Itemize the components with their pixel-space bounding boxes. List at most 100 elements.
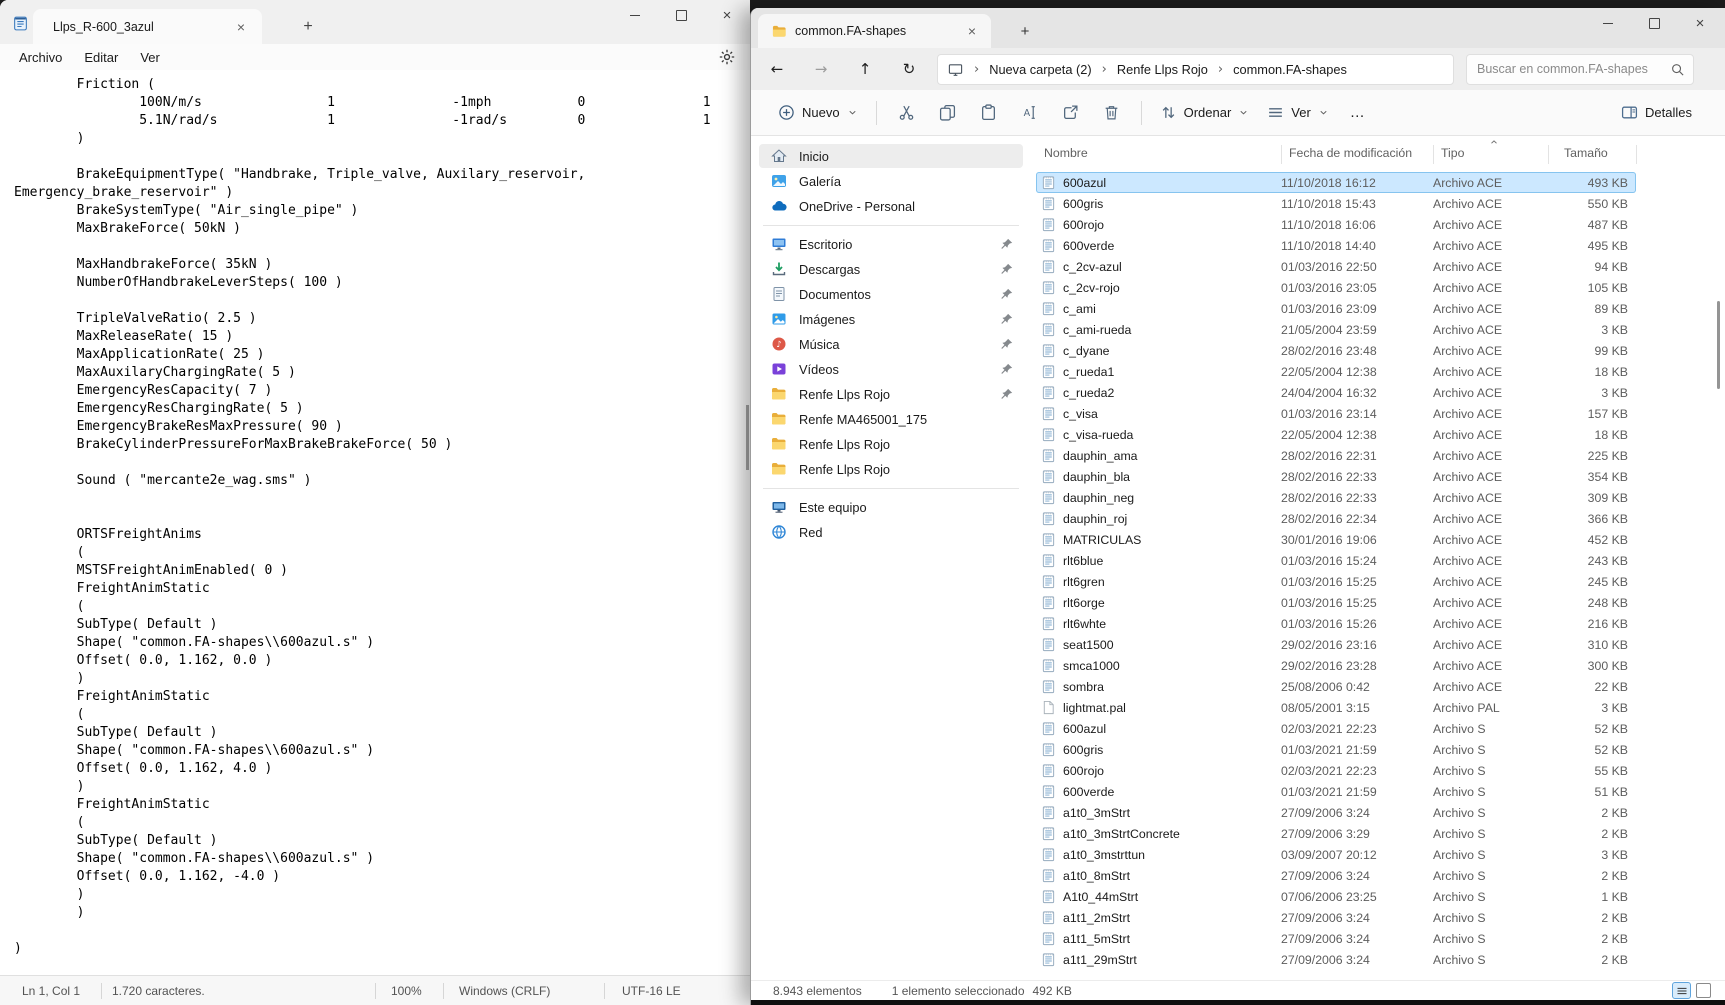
file-row[interactable]: c_visa-rueda 22/05/2004 12:38 Archivo AC…	[1036, 424, 1636, 445]
thumbnail-view-toggle[interactable]	[1696, 983, 1711, 998]
details-pane-button[interactable]: Detalles	[1612, 97, 1701, 128]
file-row[interactable]: a1t0_3mStrt 27/09/2006 3:24 Archivo S 2 …	[1036, 802, 1636, 823]
cut-button[interactable]	[886, 97, 927, 128]
sidebar-item[interactable]: Renfe Llps Rojo	[759, 432, 1023, 456]
sort-button[interactable]: Ordenar	[1151, 97, 1259, 128]
file-row[interactable]: c_2cv-azul 01/03/2016 22:50 Archivo ACE …	[1036, 256, 1636, 277]
this-pc-icon[interactable]	[948, 62, 963, 77]
sidebar-item[interactable]: Renfe Llps Rojo	[759, 457, 1023, 481]
menu-editar[interactable]: Editar	[73, 47, 129, 68]
notepad-tab[interactable]: Llps_R-600_3azul	[33, 9, 262, 44]
refresh-button[interactable]: ↻	[891, 54, 927, 84]
file-row[interactable]: rlt6blue 01/03/2016 15:24 Archivo ACE 24…	[1036, 550, 1636, 571]
back-button[interactable]: ←	[759, 54, 795, 84]
scrollbar-thumb[interactable]	[1717, 301, 1720, 389]
sidebar-item[interactable]: Galería	[759, 169, 1023, 193]
column-header-size[interactable]: Tamaño	[1564, 146, 1608, 160]
column-header-date[interactable]: Fecha de modificación	[1289, 146, 1412, 160]
file-row[interactable]: c_ami-rueda 21/05/2004 23:59 Archivo ACE…	[1036, 319, 1636, 340]
notepad-text-area[interactable]: Friction ( 100N/m/s 1 -1mph 0 1 5.1N/rad…	[0, 70, 750, 975]
sidebar-item[interactable]: Imágenes	[759, 307, 1023, 331]
file-row[interactable]: 600rojo 02/03/2021 22:23 Archivo S 55 KB	[1036, 760, 1636, 781]
sidebar-item[interactable]: Este equipo	[759, 495, 1023, 519]
file-row[interactable]: a1t0_8mStrt 27/09/2006 3:24 Archivo S 2 …	[1036, 865, 1636, 886]
copy-button[interactable]	[927, 97, 968, 128]
file-row[interactable]: c_ami 01/03/2016 23:09 Archivo ACE 89 KB	[1036, 298, 1636, 319]
file-row[interactable]: c_2cv-rojo 01/03/2016 23:05 Archivo ACE …	[1036, 277, 1636, 298]
file-row[interactable]: a1t0_3mStrtConcrete 27/09/2006 3:29 Arch…	[1036, 823, 1636, 844]
menu-archivo[interactable]: Archivo	[8, 47, 73, 68]
file-row[interactable]: dauphin_roj 28/02/2016 22:34 Archivo ACE…	[1036, 508, 1636, 529]
file-row[interactable]: dauphin_bla 28/02/2016 22:33 Archivo ACE…	[1036, 466, 1636, 487]
paste-button[interactable]	[968, 97, 1009, 128]
delete-button[interactable]	[1091, 97, 1132, 128]
rename-button[interactable]	[1009, 97, 1050, 128]
breadcrumb[interactable]: Nueva carpeta (2) Renfe Llps Rojo common…	[937, 54, 1454, 85]
minimize-button[interactable]	[612, 0, 658, 30]
file-row[interactable]: dauphin_ama 28/02/2016 22:31 Archivo ACE…	[1036, 445, 1636, 466]
breadcrumb-item[interactable]: Nueva carpeta (2)	[967, 58, 1095, 81]
file-row[interactable]: 600gris 01/03/2021 21:59 Archivo S 52 KB	[1036, 739, 1636, 760]
list-scrollbar[interactable]	[1717, 301, 1722, 701]
breadcrumb-item[interactable]: common.FA-shapes	[1211, 58, 1350, 81]
sidebar-item[interactable]: Música	[759, 332, 1023, 356]
sort-ascending-icon[interactable]	[1488, 137, 1500, 147]
up-button[interactable]: ↑	[847, 54, 883, 84]
more-options-button[interactable]: …	[1338, 104, 1378, 121]
sidebar-item[interactable]: Escritorio	[759, 232, 1023, 256]
file-row[interactable]: rlt6orge 01/03/2016 15:25 Archivo ACE 24…	[1036, 592, 1636, 613]
sidebar-item[interactable]: OneDrive - Personal	[759, 194, 1023, 218]
file-row[interactable]: 600azul 11/10/2018 16:12 Archivo ACE 493…	[1036, 172, 1636, 193]
sidebar-item[interactable]: Vídeos	[759, 357, 1023, 381]
maximize-button[interactable]	[1631, 8, 1677, 38]
close-button[interactable]	[1677, 8, 1723, 38]
file-row[interactable]: c_visa 01/03/2016 23:14 Archivo ACE 157 …	[1036, 403, 1636, 424]
file-row[interactable]: a1t1_5mStrt 27/09/2006 3:24 Archivo S 2 …	[1036, 928, 1636, 949]
close-button[interactable]	[704, 0, 750, 30]
tab-close-icon[interactable]	[230, 16, 252, 38]
file-row[interactable]: lightmat.pal 08/05/2001 3:15 Archivo PAL…	[1036, 697, 1636, 718]
file-row[interactable]: a1t0_3mstrttun 03/09/2007 20:12 Archivo …	[1036, 844, 1636, 865]
file-row[interactable]: 600verde 11/10/2018 14:40 Archivo ACE 49…	[1036, 235, 1636, 256]
explorer-tab[interactable]: common.FA-shapes	[758, 14, 991, 48]
new-button[interactable]: Nuevo	[769, 97, 867, 128]
file-row[interactable]: MATRICULAS 30/01/2016 19:06 Archivo ACE …	[1036, 529, 1636, 550]
file-row[interactable]: smca1000 29/02/2016 23:28 Archivo ACE 30…	[1036, 655, 1636, 676]
file-row[interactable]: c_rueda1 22/05/2004 12:38 Archivo ACE 18…	[1036, 361, 1636, 382]
file-row[interactable]: 600verde 01/03/2021 21:59 Archivo S 51 K…	[1036, 781, 1636, 802]
column-header-type[interactable]: Tipo	[1441, 146, 1464, 160]
file-row[interactable]: rlt6whte 01/03/2016 15:26 Archivo ACE 21…	[1036, 613, 1636, 634]
view-button[interactable]: Ver	[1258, 97, 1338, 128]
search-input[interactable]	[1467, 55, 1693, 84]
file-row[interactable]: dauphin_neg 28/02/2016 22:33 Archivo ACE…	[1036, 487, 1636, 508]
gear-icon[interactable]	[718, 48, 736, 66]
file-row[interactable]: c_dyane 28/02/2016 23:48 Archivo ACE 99 …	[1036, 340, 1636, 361]
share-button[interactable]	[1050, 97, 1091, 128]
file-row[interactable]: 600gris 11/10/2018 15:43 Archivo ACE 550…	[1036, 193, 1636, 214]
sidebar-item[interactable]: Descargas	[759, 257, 1023, 281]
tab-close-icon[interactable]	[961, 20, 983, 42]
notepad-scrollbar[interactable]	[746, 405, 749, 470]
file-row[interactable]: sombra 25/08/2006 0:42 Archivo ACE 22 KB	[1036, 676, 1636, 697]
sidebar-item[interactable]: Renfe MA465001_175	[759, 407, 1023, 431]
file-row[interactable]: 600rojo 11/10/2018 16:06 Archivo ACE 487…	[1036, 214, 1636, 235]
file-row[interactable]: a1t1_29mStrt 27/09/2006 3:24 Archivo S 2…	[1036, 949, 1636, 970]
file-row[interactable]: seat1500 29/02/2016 23:16 Archivo ACE 31…	[1036, 634, 1636, 655]
file-row[interactable]: rlt6gren 01/03/2016 15:25 Archivo ACE 24…	[1036, 571, 1636, 592]
file-row[interactable]: A1t0_44mStrt 07/06/2006 23:25 Archivo S …	[1036, 886, 1636, 907]
breadcrumb-item[interactable]: Renfe Llps Rojo	[1095, 58, 1211, 81]
details-view-toggle[interactable]	[1672, 982, 1691, 999]
sidebar-item[interactable]: Inicio	[759, 144, 1023, 168]
sidebar-item[interactable]: Red	[759, 520, 1023, 544]
maximize-button[interactable]	[658, 0, 704, 30]
menu-ver[interactable]: Ver	[129, 47, 171, 68]
file-row[interactable]: 600azul 02/03/2021 22:23 Archivo S 52 KB	[1036, 718, 1636, 739]
search-box[interactable]	[1466, 54, 1694, 85]
new-tab-button[interactable]	[295, 14, 321, 40]
sidebar-item[interactable]: Documentos	[759, 282, 1023, 306]
file-row[interactable]: c_rueda2 24/04/2004 16:32 Archivo ACE 3 …	[1036, 382, 1636, 403]
new-tab-button[interactable]	[1013, 19, 1037, 43]
sidebar-item[interactable]: Renfe Llps Rojo	[759, 382, 1023, 406]
minimize-button[interactable]	[1585, 8, 1631, 38]
forward-button[interactable]: →	[803, 54, 839, 84]
